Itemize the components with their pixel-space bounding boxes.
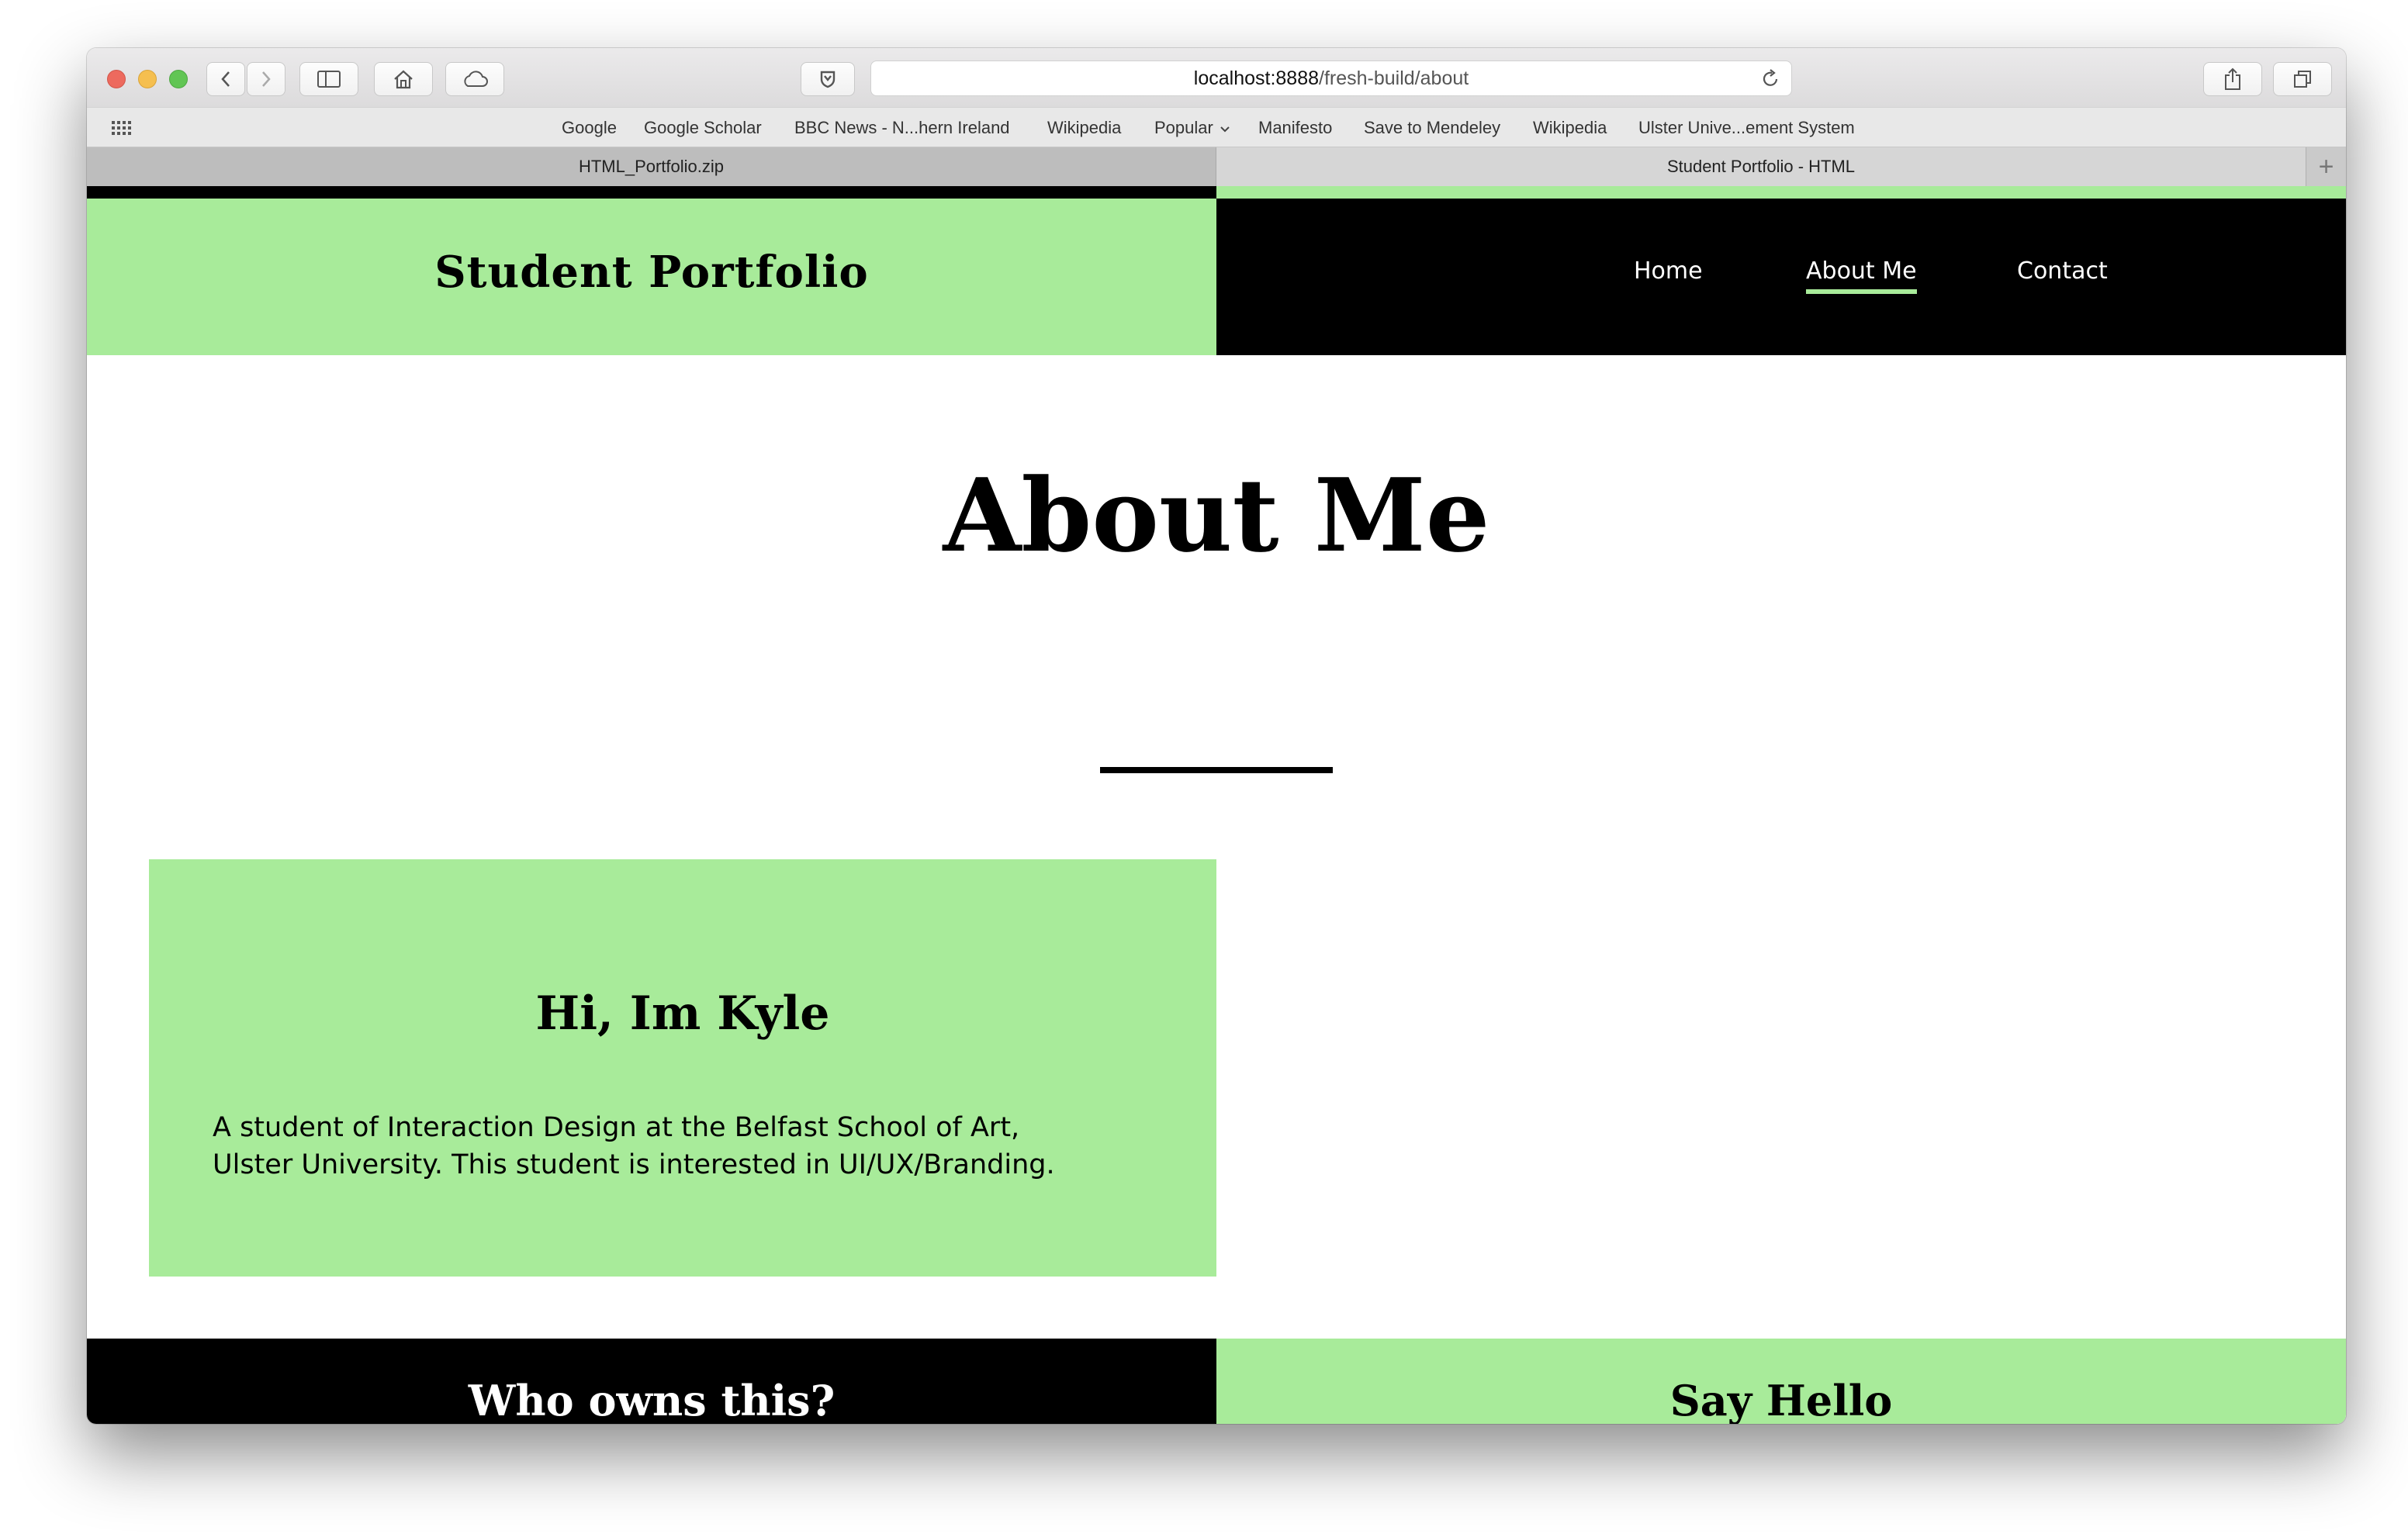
- favorite-manifesto[interactable]: Manifesto: [1258, 118, 1332, 138]
- sidebar-icon: [317, 71, 341, 88]
- chevron-left-icon: [221, 71, 230, 87]
- chevron-down-icon: [1220, 126, 1230, 133]
- sidebar-button[interactable]: [299, 62, 358, 96]
- favorite-bbc-news[interactable]: BBC News - N...hern Ireland: [794, 118, 1010, 138]
- address-bar[interactable]: localhost:8888/fresh-build/about: [870, 60, 1792, 96]
- heading-divider: [1100, 767, 1333, 773]
- url-host: localhost:8888: [1193, 67, 1320, 89]
- zoom-window-button[interactable]: [169, 70, 188, 88]
- nav-link-contact[interactable]: Contact: [2017, 257, 2108, 285]
- footer-contact-section: Say Hello: [1216, 1339, 2346, 1424]
- intro-card: Hi, Im Kyle A student of Interaction Des…: [149, 859, 1216, 1277]
- active-nav-underline: [1806, 289, 1917, 294]
- nav-link-home[interactable]: Home: [1634, 257, 1703, 285]
- browser-toolbar: localhost:8888/fresh-build/about: [87, 48, 2346, 107]
- icloud-tabs-button[interactable]: [445, 62, 504, 96]
- reload-icon: [1763, 69, 1778, 86]
- tab-student-portfolio[interactable]: Student Portfolio - HTML: [1216, 147, 2306, 186]
- nav-link-label: About Me: [1806, 257, 1917, 285]
- intro-title: Hi, Im Kyle: [535, 986, 830, 1041]
- grid-icon[interactable]: [110, 119, 133, 141]
- shield-extension-button[interactable]: [801, 62, 855, 96]
- accent-bar-left: [87, 186, 1216, 199]
- favorite-save-to-mendeley[interactable]: Save to Mendeley: [1364, 118, 1500, 138]
- favorite-wikipedia[interactable]: Wikipedia: [1047, 118, 1121, 138]
- home-button[interactable]: [374, 62, 433, 96]
- close-window-button[interactable]: [107, 70, 126, 88]
- favorite-google-scholar[interactable]: Google Scholar: [644, 118, 762, 138]
- footer-owner-section: Who owns this?: [87, 1339, 1216, 1424]
- accent-bar-right: [1216, 186, 2346, 199]
- browser-window: localhost:8888/fresh-build/about Google …: [87, 48, 2346, 1424]
- chevron-right-icon: [262, 71, 271, 87]
- footer-owner-title: Who owns this?: [468, 1376, 836, 1424]
- reload-button[interactable]: [1760, 67, 1780, 95]
- favorites-bar: Google Google Scholar BBC News - N...her…: [87, 107, 2346, 147]
- home-icon: [394, 70, 413, 89]
- share-icon: [2225, 67, 2240, 90]
- plus-icon: +: [2318, 151, 2334, 181]
- site-header-brand: Student Portfolio: [87, 199, 1216, 355]
- shield-icon: [820, 71, 836, 88]
- nav-link-about-me[interactable]: About Me: [1806, 257, 1917, 294]
- favorite-wikipedia-2[interactable]: Wikipedia: [1533, 118, 1607, 138]
- tabs-overview-icon: [2294, 71, 2311, 88]
- page-title: About Me: [943, 456, 1490, 575]
- tab-label: HTML_Portfolio.zip: [578, 157, 725, 176]
- favorite-google[interactable]: Google: [562, 118, 617, 138]
- tab-label: Student Portfolio - HTML: [1666, 157, 1856, 176]
- back-button[interactable]: [206, 62, 245, 96]
- intro-text: A student of Interaction Design at the B…: [213, 1112, 1055, 1180]
- site-nav: Home About Me Contact: [1216, 199, 2346, 355]
- new-tab-button[interactable]: +: [2306, 147, 2346, 186]
- forward-button[interactable]: [247, 62, 285, 96]
- url-path: /fresh-build/about: [1319, 67, 1469, 89]
- web-page: Student Portfolio Home About Me Contact …: [87, 186, 2346, 1424]
- share-button[interactable]: [2203, 62, 2262, 96]
- footer-contact-title: Say Hello: [1669, 1376, 1893, 1424]
- tab-html-portfolio-zip[interactable]: HTML_Portfolio.zip: [87, 147, 1216, 186]
- favorite-popular-folder[interactable]: Popular: [1154, 118, 1230, 138]
- site-title[interactable]: Student Portfolio: [434, 247, 869, 298]
- minimize-window-button[interactable]: [138, 70, 157, 88]
- show-all-tabs-button[interactable]: [2273, 62, 2332, 96]
- favorite-popular-label: Popular: [1154, 118, 1213, 137]
- tab-bar: HTML_Portfolio.zip Student Portfolio - H…: [87, 147, 2346, 186]
- favorite-ulster-university[interactable]: Ulster Unive...ement System: [1638, 118, 1855, 138]
- cloud-icon: [464, 71, 488, 87]
